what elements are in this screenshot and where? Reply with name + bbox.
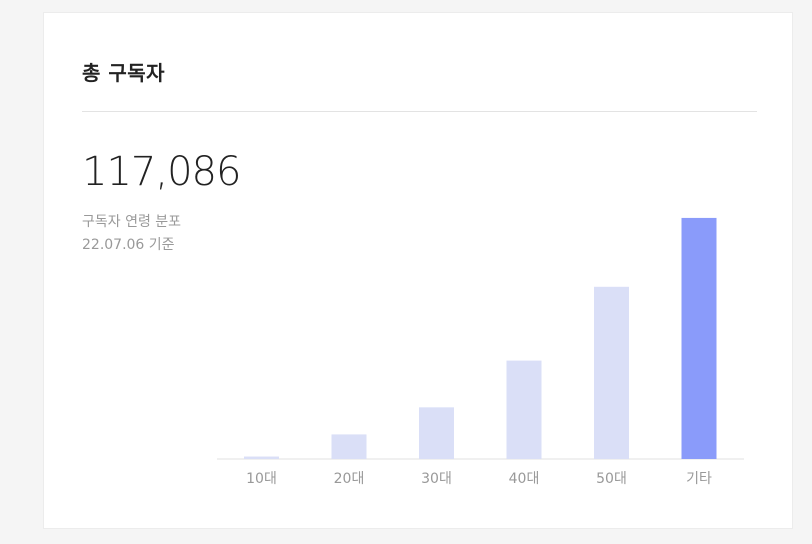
x-tick-label: 50대 xyxy=(596,471,627,487)
bar-3 xyxy=(506,360,542,459)
x-tick-label: 30대 xyxy=(421,471,452,487)
x-tick-label: 10대 xyxy=(246,471,277,487)
bar-1 xyxy=(331,434,367,459)
bar-0 xyxy=(244,456,279,459)
bar-2 xyxy=(419,407,454,459)
age-distribution-chart: 10대 20대 30대 40대 50대 기타 xyxy=(217,217,744,487)
x-tick-label: 20대 xyxy=(334,471,365,487)
x-tick-label: 기타 xyxy=(686,471,712,487)
bar-5 xyxy=(681,217,717,459)
subscriber-card: 총 구독자 117,086 구독자 연령 분포 22.07.06 기준 10대 2… xyxy=(43,12,793,529)
bar-4 xyxy=(594,286,629,459)
x-tick-label: 40대 xyxy=(509,471,540,487)
